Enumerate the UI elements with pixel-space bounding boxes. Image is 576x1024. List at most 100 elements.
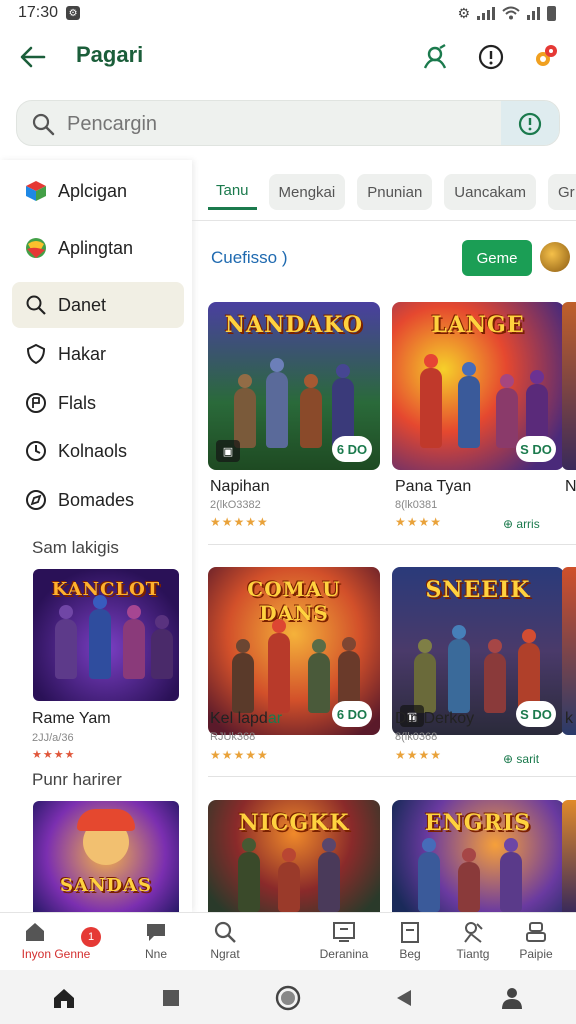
back-arrow-icon xyxy=(20,46,46,68)
signal-icon xyxy=(477,6,495,20)
games-icon xyxy=(24,236,48,260)
flag-icon xyxy=(24,391,48,415)
nav-chat[interactable]: Nne xyxy=(121,919,191,961)
nav-label: Ngrat xyxy=(210,947,240,961)
search-bar xyxy=(16,100,560,146)
game-button[interactable]: Geme xyxy=(462,240,532,276)
status-left: 17:30 ⚙ xyxy=(18,4,81,22)
tab-uancakam[interactable]: Uancakam xyxy=(444,174,536,210)
game-card[interactable]: NICGKK xyxy=(208,800,380,912)
nav-profile[interactable]: Paipie xyxy=(501,919,571,961)
nav-label: Deranina xyxy=(319,947,369,961)
sidebar-item-bomades[interactable]: Bomades xyxy=(12,477,184,523)
game-card[interactable]: NANDAKO ▣ 6 DO xyxy=(208,302,380,470)
game-banner: SANDAS xyxy=(60,875,152,896)
nav-home[interactable]: Inyon Genne 1 xyxy=(1,919,111,961)
peek-title: k xyxy=(565,710,573,727)
game-banner: LANGE xyxy=(431,312,525,338)
game-banner: NICGKK xyxy=(238,810,350,836)
sidebar-item-kolnaols[interactable]: Kolnaols xyxy=(12,428,184,474)
page-title: Pagari xyxy=(76,42,144,67)
system-assistant-button[interactable] xyxy=(274,984,302,1012)
nav-bag[interactable]: Beg xyxy=(375,919,445,961)
apps-icon xyxy=(24,179,48,203)
game-subtitle: RJUk368 xyxy=(210,731,256,743)
game-rating: ★★★★★ xyxy=(210,515,269,529)
sidebar-card-rating: ★★★★ xyxy=(32,749,76,761)
row-divider xyxy=(208,544,576,545)
game-status: ⊕ arris xyxy=(503,517,540,531)
nav-library[interactable]: Deranina xyxy=(309,919,379,961)
info-icon xyxy=(478,44,504,70)
sidebar-item-hakar[interactable]: Hakar xyxy=(12,331,184,377)
game-title-text: Kel lapd xyxy=(210,710,268,727)
game-card-peek xyxy=(562,302,576,470)
sidebar-item-label: Flals xyxy=(58,392,97,413)
avatar[interactable] xyxy=(540,242,570,272)
sidebar-game-card[interactable]: KANCLOT xyxy=(33,569,179,701)
row-divider xyxy=(208,776,576,777)
nav-search[interactable]: Ngrat xyxy=(190,919,260,961)
game-status-label: arris xyxy=(516,517,540,531)
tab-divider xyxy=(192,220,576,221)
system-recents-button[interactable] xyxy=(157,984,185,1012)
tab-pnunian[interactable]: Pnunian xyxy=(357,174,433,210)
sidebar-item-apps[interactable]: Aplcigan xyxy=(12,168,184,214)
section-title[interactable]: Cuefisso ) xyxy=(211,248,288,268)
tab-more[interactable]: Gr xyxy=(548,174,576,210)
video-badge-icon: ▣ xyxy=(216,440,240,462)
nav-trending[interactable]: Tiantg xyxy=(438,919,508,961)
game-status-label: sarit xyxy=(516,752,540,766)
section-header: Cuefisso ) Geme xyxy=(192,236,576,280)
battery-icon xyxy=(547,5,556,21)
game-rating: ★★★★ xyxy=(395,515,443,529)
sidebar-item-games[interactable]: Aplingtan xyxy=(12,225,184,271)
search-input[interactable] xyxy=(67,101,507,145)
wifi-icon xyxy=(502,6,520,20)
tab-tanu[interactable]: Tanu xyxy=(208,174,257,210)
discover-icon xyxy=(423,43,447,69)
system-profile-button[interactable] xyxy=(498,984,526,1012)
sidebar-item-flals[interactable]: Flals xyxy=(12,380,184,426)
back-button[interactable] xyxy=(16,40,50,74)
circle-icon xyxy=(275,985,301,1011)
notification-badge-icon: ⚙ xyxy=(66,6,81,20)
system-home-button[interactable] xyxy=(50,984,78,1012)
peek-title: N xyxy=(565,478,576,495)
search-icon xyxy=(31,112,55,136)
game-subtitle: 8(lk0368 xyxy=(395,731,438,743)
game-card[interactable]: ENGRIS xyxy=(392,800,564,912)
clock-icon xyxy=(24,439,48,463)
game-title-accent: ar xyxy=(267,710,283,727)
notification-count-badge: 1 xyxy=(81,927,101,947)
game-rating: ★★★★★ xyxy=(210,748,269,762)
discover-button[interactable] xyxy=(418,40,452,74)
category-tabs: Tanu Mengkai Pnunian Uancakam Gr xyxy=(192,168,576,216)
tab-mengkai[interactable]: Mengkai xyxy=(268,174,346,210)
notification-icon xyxy=(536,45,557,66)
sidebar-item-label: Kolnaols xyxy=(58,440,128,461)
sidebar-item-search[interactable]: Danet xyxy=(12,282,184,328)
sidebar-item-label: Hakar xyxy=(58,343,107,364)
trending-icon xyxy=(438,919,508,945)
game-banner: COMAU DANS xyxy=(247,577,341,625)
signal-2-icon xyxy=(527,6,540,20)
nav-label: Paipie xyxy=(519,947,553,961)
info-button[interactable] xyxy=(474,40,508,74)
bottom-navigation: Inyon Genne 1 Nne Ngrat Deranina Beg Tia… xyxy=(0,912,576,970)
sidebar: Aplcigan Aplingtan Danet Hakar Flals Kol… xyxy=(0,160,192,912)
game-banner: NANDAKO xyxy=(224,312,364,338)
person-icon xyxy=(502,988,522,1009)
status-time: 17:30 xyxy=(18,4,59,21)
notification-button[interactable] xyxy=(528,40,562,74)
sidebar-game-card[interactable]: SANDAS xyxy=(33,801,179,912)
app-header: Pagari xyxy=(0,26,576,88)
game-card[interactable]: LANGE S DO xyxy=(392,302,564,470)
search-action-button[interactable] xyxy=(501,101,559,145)
info-circle-icon xyxy=(518,112,542,136)
game-card-peek xyxy=(562,800,576,912)
nav-label: Tiantg xyxy=(456,947,490,961)
price-badge: 6 DO xyxy=(332,701,372,727)
game-rating: ★★★★ xyxy=(395,748,443,762)
system-back-button[interactable] xyxy=(390,984,418,1012)
